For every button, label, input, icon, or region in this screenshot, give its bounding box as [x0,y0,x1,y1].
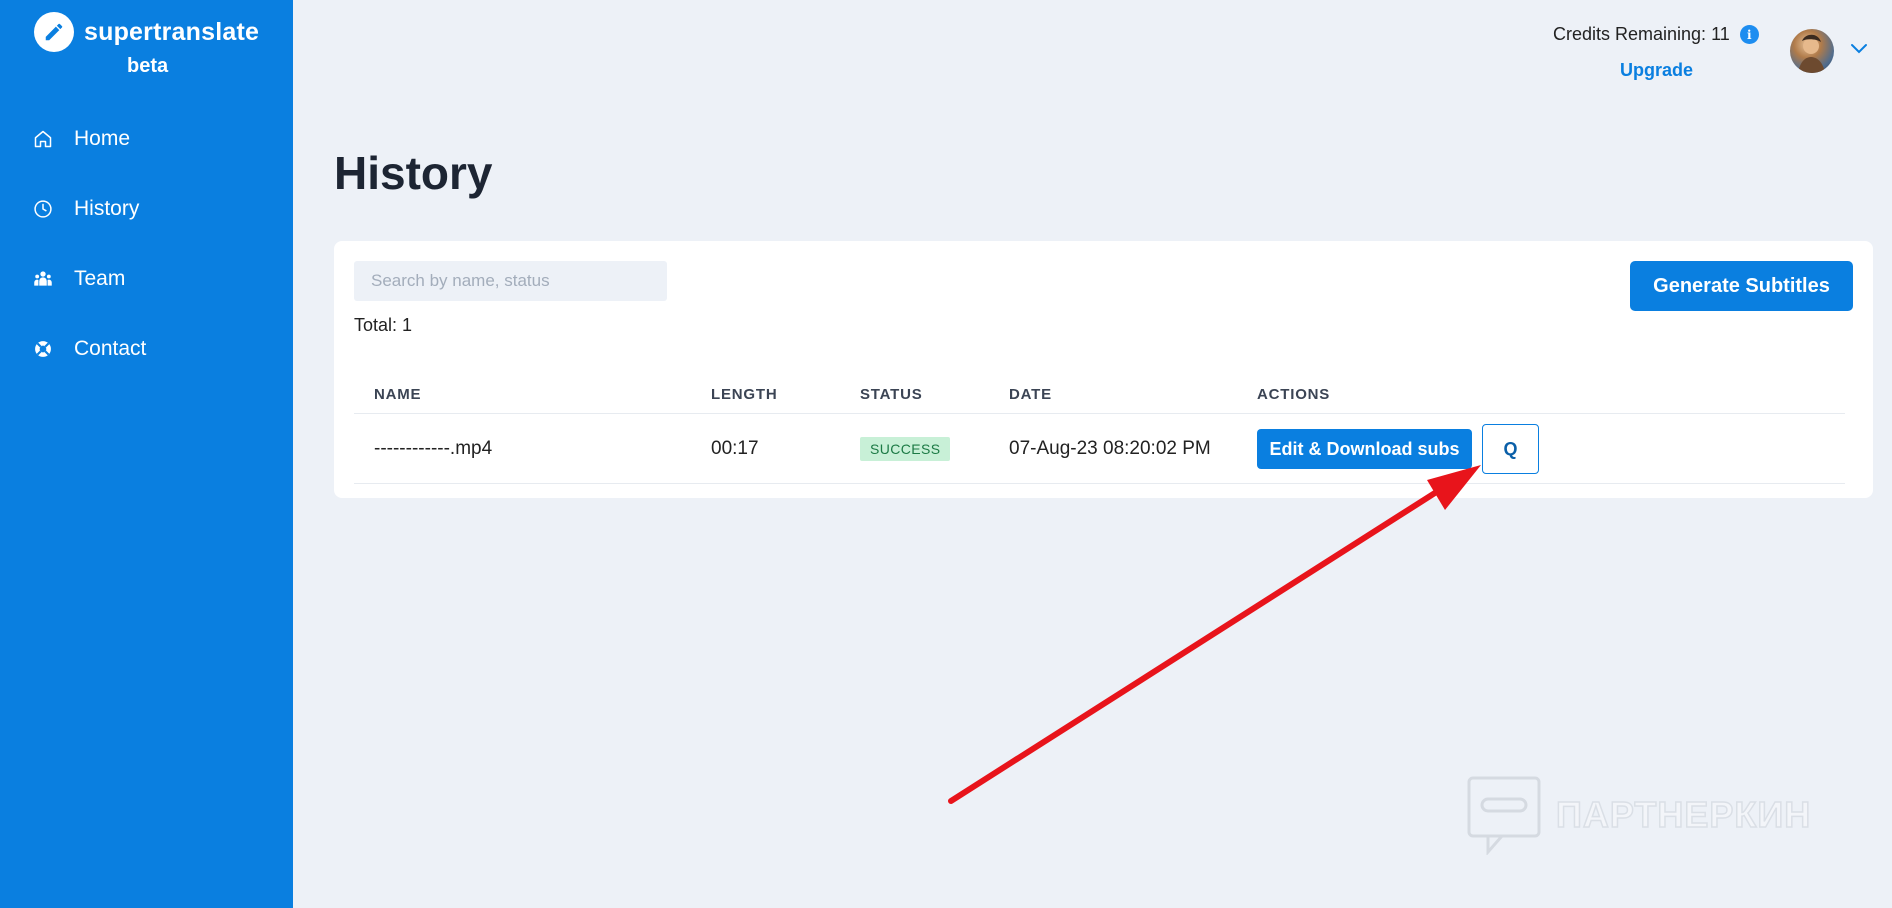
sidebar-item-home[interactable]: Home [0,104,293,174]
sidebar-item-label: Team [74,267,126,290]
cell-actions: Edit & Download subs Q [1257,414,1539,484]
column-header-date: DATE [1009,385,1052,403]
q-button[interactable]: Q [1482,424,1539,474]
column-header-actions: ACTIONS [1257,385,1331,403]
sidebar-item-label: Home [74,127,131,150]
credits-text: Credits Remaining: 11 [1553,24,1730,44]
brand-beta-tag: beta [127,55,169,77]
sidebar-nav: Home History Team Contact [0,104,293,384]
sidebar: supertranslate beta Home History Team Co… [0,0,293,908]
brand-name: supertranslate [84,17,260,46]
lifebuoy-icon [33,339,53,359]
sidebar-item-label: Contact [74,337,147,360]
column-header-length: LENGTH [711,385,778,403]
brand-logo-link[interactable]: supertranslate [34,12,259,52]
cell-length: 00:17 [711,438,759,459]
cell-date: 07-Aug-23 08:20:02 PM [1009,438,1211,459]
team-icon [33,269,53,289]
history-card: Total: 1 Generate Subtitles NAME LENGTH … [334,241,1873,498]
avatar[interactable] [1790,29,1834,73]
upgrade-link[interactable]: Upgrade [1620,60,1693,81]
watermark: ПАРТНЕРКИН [1466,775,1811,855]
sidebar-item-team[interactable]: Team [0,244,293,314]
watermark-logo-icon [1467,776,1541,855]
clock-icon [33,199,53,219]
total-count: Total: 1 [354,315,413,335]
home-icon [33,129,53,149]
chevron-down-icon[interactable] [1850,42,1868,60]
column-header-name: NAME [374,385,422,403]
search-input[interactable] [354,261,667,301]
table-header: NAME LENGTH STATUS DATE ACTIONS [354,375,1845,414]
credits-remaining: Credits Remaining: 11 i [1553,24,1759,45]
watermark-text: ПАРТНЕРКИН [1555,793,1812,836]
info-icon[interactable]: i [1739,25,1759,44]
cell-name: ------------.mp4 [374,438,493,459]
status-badge: SUCCESS [860,437,951,461]
cell-status: SUCCESS [860,414,951,484]
sidebar-item-label: History [74,197,140,220]
pencil-icon [34,12,74,52]
generate-subtitles-button[interactable]: Generate Subtitles [1630,261,1853,311]
column-header-status: STATUS [860,385,923,403]
sidebar-item-contact[interactable]: Contact [0,314,293,384]
history-table: NAME LENGTH STATUS DATE ACTIONS --------… [354,375,1845,484]
table-row: ------------.mp4 00:17 SUCCESS 07-Aug-23… [354,414,1845,484]
edit-download-subs-button[interactable]: Edit & Download subs [1257,429,1472,469]
page-title: History [334,147,493,199]
sidebar-item-history[interactable]: History [0,174,293,244]
